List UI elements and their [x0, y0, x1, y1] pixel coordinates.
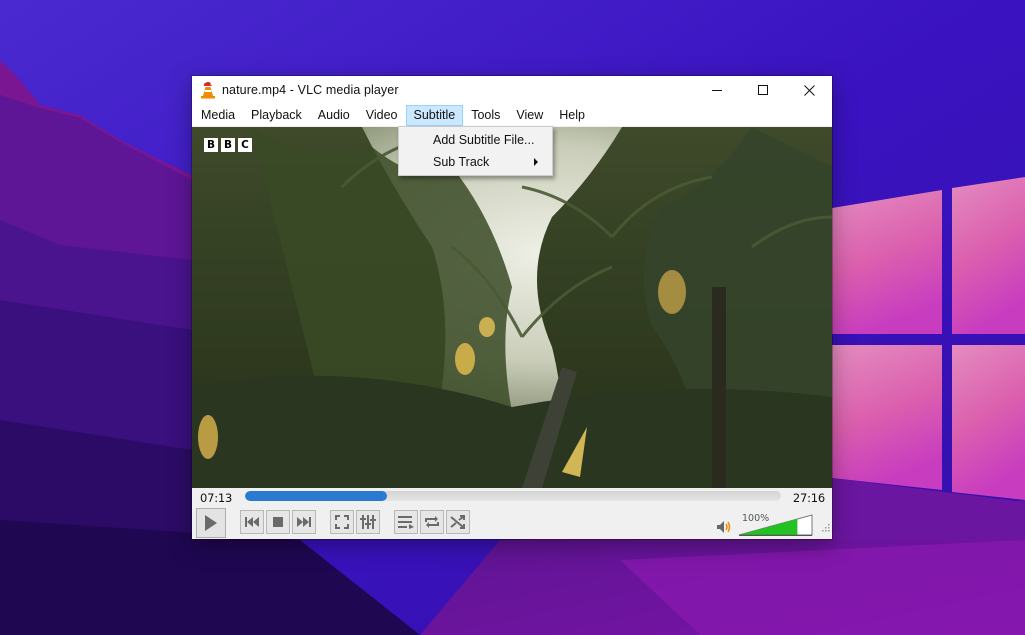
menu-item-sub-track[interactable]: Sub Track: [399, 151, 552, 173]
menu-item-label: Add Subtitle File...: [433, 133, 535, 147]
play-icon: [204, 515, 218, 531]
next-button[interactable]: [292, 510, 316, 534]
title-bar[interactable]: nature.mp4 - VLC media player: [192, 76, 832, 104]
video-display[interactable]: B B C: [192, 127, 832, 488]
menu-video[interactable]: Video: [358, 105, 406, 126]
total-time[interactable]: 27:16: [793, 491, 825, 505]
video-frame: [192, 127, 832, 488]
bbc-letter: B: [204, 138, 218, 152]
subtitle-menu-dropdown: Add Subtitle File... Sub Track: [398, 126, 553, 176]
seek-bar[interactable]: [245, 491, 781, 501]
playlist-icon: [398, 515, 414, 529]
speaker-icon[interactable]: [717, 520, 733, 538]
play-button[interactable]: [196, 508, 226, 538]
loop-button[interactable]: [420, 510, 444, 534]
bbc-letter: C: [238, 138, 252, 152]
close-icon: [803, 84, 815, 96]
vlc-window: nature.mp4 - VLC media player Media Play…: [192, 76, 832, 539]
menu-item-add-subtitle-file[interactable]: Add Subtitle File...: [399, 129, 552, 151]
equalizer-sliders-icon: [360, 515, 376, 529]
skip-previous-icon: [245, 517, 259, 527]
close-button[interactable]: [786, 76, 832, 104]
submenu-arrow-icon: [534, 158, 538, 166]
volume-slider[interactable]: [738, 514, 814, 541]
previous-button[interactable]: [240, 510, 264, 534]
shuffle-icon: [450, 515, 466, 529]
menu-bar: Media Playback Audio Video Subtitle Tool…: [192, 104, 832, 126]
stop-icon: [273, 517, 283, 527]
playlist-button[interactable]: [394, 510, 418, 534]
bbc-watermark: B B C: [204, 138, 252, 152]
elapsed-time: 07:13: [200, 491, 233, 505]
fullscreen-icon: [335, 515, 349, 529]
menu-playback[interactable]: Playback: [243, 105, 310, 126]
loop-icon: [424, 515, 440, 529]
menu-media[interactable]: Media: [193, 105, 243, 126]
vlc-cone-icon: [200, 81, 216, 99]
menu-help[interactable]: Help: [551, 105, 593, 126]
seek-bar-progress: [245, 491, 387, 501]
playback-controls: 07:13 27:16 100%: [192, 488, 832, 539]
menu-audio[interactable]: Audio: [310, 105, 358, 126]
menu-view[interactable]: View: [508, 105, 551, 126]
menu-tools[interactable]: Tools: [463, 105, 508, 126]
minimize-icon: [712, 85, 722, 95]
stop-button[interactable]: [266, 510, 290, 534]
bbc-letter: B: [221, 138, 235, 152]
maximize-icon: [758, 85, 768, 95]
resize-grip-icon[interactable]: [822, 519, 830, 537]
extended-settings-button[interactable]: [356, 510, 380, 534]
volume-control: 100%: [717, 511, 832, 537]
maximize-button[interactable]: [740, 76, 786, 104]
shuffle-button[interactable]: [446, 510, 470, 534]
window-title: nature.mp4 - VLC media player: [222, 83, 399, 97]
skip-next-icon: [297, 517, 311, 527]
menu-item-label: Sub Track: [433, 155, 490, 169]
fullscreen-button[interactable]: [330, 510, 354, 534]
menu-subtitle[interactable]: Subtitle: [405, 104, 464, 126]
minimize-button[interactable]: [694, 76, 740, 104]
